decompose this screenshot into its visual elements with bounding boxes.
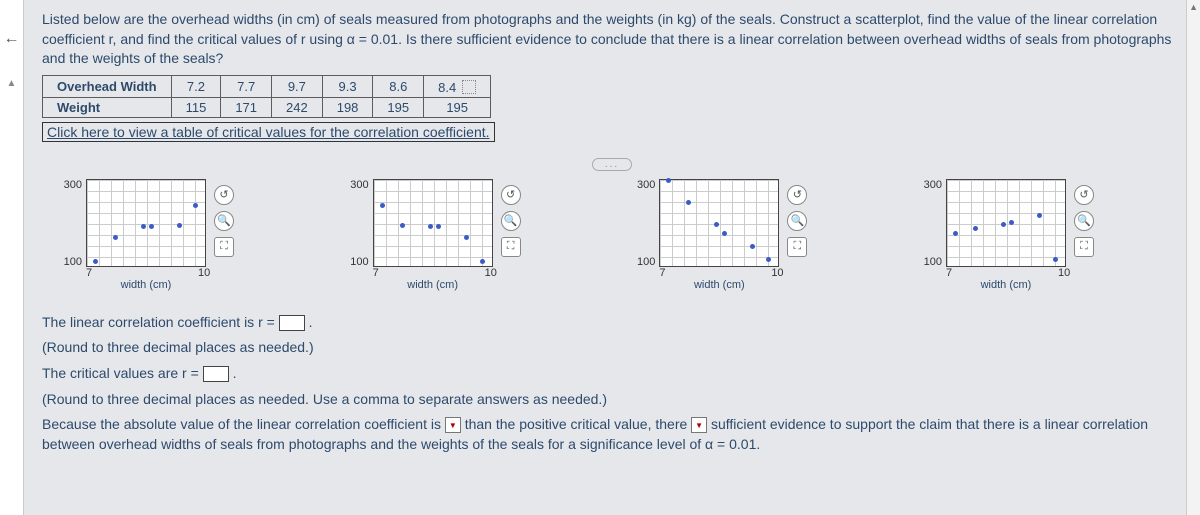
y-tick: 100	[52, 256, 82, 268]
zoom-icon[interactable]: 🔍	[1074, 211, 1094, 231]
x-axis-label: width (cm)	[659, 279, 779, 291]
table-row: Overhead Width 7.2 7.7 9.7 9.3 8.6 8.4	[43, 75, 491, 97]
scatterplot-options: 300100710width (cm)↺🔍⛶300100710width (cm…	[42, 179, 1182, 299]
right-scrollbar[interactable]: ▲	[1186, 0, 1200, 515]
cell: 195	[424, 97, 491, 117]
critical-values-link[interactable]: Click here to view a table of critical v…	[42, 122, 495, 142]
cell: 195	[373, 97, 424, 117]
copy-icon[interactable]	[462, 80, 476, 94]
x-axis-label: width (cm)	[946, 279, 1066, 291]
q2-hint: (Round to three decimal places as needed…	[42, 390, 1182, 410]
y-tick: 300	[625, 179, 655, 191]
cell: 198	[322, 97, 373, 117]
q2-label: The critical values are r =	[42, 365, 203, 381]
zoom-icon[interactable]: 🔍	[214, 211, 234, 231]
scatter-option-1[interactable]: 300 100 7 10width (cm) ↺ 🔍 ⛶	[52, 179, 312, 299]
cell: 242	[272, 97, 323, 117]
data-table: Overhead Width 7.2 7.7 9.7 9.3 8.6 8.4 W…	[42, 75, 491, 118]
zoom-icon[interactable]: 🔍	[501, 211, 521, 231]
x-tick: 7	[659, 267, 665, 279]
chart-canvas	[86, 179, 206, 267]
x-tick: 10	[1058, 267, 1070, 279]
table-row: Weight 115 171 242 198 195 195	[43, 97, 491, 117]
x-tick: 10	[485, 267, 497, 279]
q1-label: The linear correlation coefficient is r …	[42, 314, 279, 330]
expand-icon[interactable]: ⛶	[501, 237, 521, 257]
chart-canvas	[373, 179, 493, 267]
reset-icon[interactable]: ↺	[214, 185, 234, 205]
question-panel: Listed below are the overhead widths (in…	[24, 0, 1200, 454]
y-tick: 100	[912, 256, 942, 268]
expand-icon[interactable]: ⛶	[214, 237, 234, 257]
reset-icon[interactable]: ↺	[1074, 185, 1094, 205]
q3-b: than the positive critical value, there	[465, 416, 688, 432]
chart-toolbar: ↺ 🔍 ⛶	[214, 185, 234, 257]
scatter-option-4[interactable]: 300 100 7 10width (cm) ↺ 🔍 ⛶	[912, 179, 1172, 299]
chart-toolbar: ↺ 🔍 ⛶	[787, 185, 807, 257]
chart-canvas	[946, 179, 1066, 267]
scatter-option-3[interactable]: 300 100 7 10width (cm) ↺ 🔍 ⛶	[625, 179, 885, 299]
scroll-up-icon[interactable]: ▲	[7, 78, 17, 89]
expand-icon[interactable]: ⛶	[787, 237, 807, 257]
chart-toolbar: ↺ 🔍 ⛶	[501, 185, 521, 257]
row-label-weight: Weight	[43, 97, 172, 117]
scatter-option-2[interactable]: 300 100 7 10width (cm) ↺ 🔍 ⛶	[339, 179, 599, 299]
critical-values-input[interactable]	[203, 366, 229, 382]
x-tick: 10	[771, 267, 783, 279]
y-tick: 100	[625, 256, 655, 268]
x-tick: 10	[198, 267, 210, 279]
y-tick: 300	[52, 179, 82, 191]
cell: 7.7	[221, 75, 272, 97]
left-toolbar: ← ▲	[0, 0, 24, 515]
cell: 8.4	[424, 75, 491, 97]
cell: 7.2	[171, 75, 221, 97]
section-divider: ...	[592, 158, 632, 171]
back-arrow-icon[interactable]: ←	[4, 30, 20, 48]
scroll-up-arrow[interactable]: ▲	[1189, 2, 1198, 12]
reset-icon[interactable]: ↺	[501, 185, 521, 205]
reset-icon[interactable]: ↺	[787, 185, 807, 205]
comparison-dropdown[interactable]: ▼	[445, 417, 461, 433]
chart-canvas	[659, 179, 779, 267]
x-tick: 7	[946, 267, 952, 279]
q3-a: Because the absolute value of the linear…	[42, 416, 441, 432]
zoom-icon[interactable]: 🔍	[787, 211, 807, 231]
y-tick: 100	[339, 256, 369, 268]
cell: 9.3	[322, 75, 373, 97]
x-tick: 7	[373, 267, 379, 279]
cell: 171	[221, 97, 272, 117]
y-tick: 300	[339, 179, 369, 191]
x-axis-label: width (cm)	[86, 279, 206, 291]
x-tick: 7	[86, 267, 92, 279]
cell: 9.7	[272, 75, 323, 97]
chevron-down-icon: ▼	[695, 420, 703, 431]
q1-post: .	[309, 314, 313, 330]
r-value-input[interactable]	[279, 315, 305, 331]
x-axis-label: width (cm)	[373, 279, 493, 291]
answer-section: The linear correlation coefficient is r …	[42, 313, 1182, 455]
chart-toolbar: ↺ 🔍 ⛶	[1074, 185, 1094, 257]
row-label-width: Overhead Width	[43, 75, 172, 97]
cell: 8.6	[373, 75, 424, 97]
q2-post: .	[233, 365, 237, 381]
question-prompt: Listed below are the overhead widths (in…	[42, 10, 1182, 69]
q1-hint: (Round to three decimal places as needed…	[42, 338, 1182, 358]
expand-icon[interactable]: ⛶	[1074, 237, 1094, 257]
conclusion-dropdown[interactable]: ▼	[691, 417, 707, 433]
y-tick: 300	[912, 179, 942, 191]
chevron-down-icon: ▼	[449, 420, 457, 431]
cell: 115	[171, 97, 221, 117]
